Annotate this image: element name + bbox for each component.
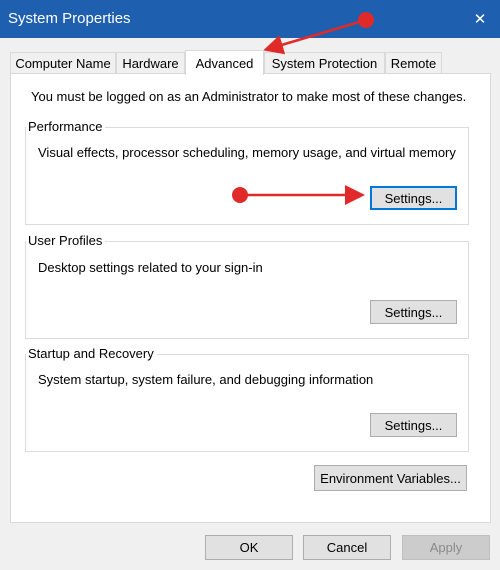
environment-variables-button[interactable]: Environment Variables... — [314, 465, 467, 491]
admin-note: You must be logged on as an Administrato… — [31, 89, 467, 104]
title-bar: System Properties ✕ — [0, 0, 500, 38]
window-title: System Properties — [8, 10, 131, 27]
advanced-tab-panel: You must be logged on as an Administrato… — [10, 73, 491, 523]
performance-description: Visual effects, processor scheduling, me… — [38, 145, 456, 160]
tab-remote[interactable]: Remote — [385, 52, 442, 74]
close-icon[interactable]: ✕ — [460, 0, 500, 38]
performance-title: Performance — [26, 119, 106, 134]
dialog-body: Computer Name Hardware Advanced System P… — [0, 38, 500, 570]
tab-strip: Computer Name Hardware Advanced System P… — [10, 50, 490, 75]
apply-button[interactable]: Apply — [402, 535, 490, 560]
user-profiles-title: User Profiles — [26, 233, 106, 248]
tab-hardware[interactable]: Hardware — [116, 52, 185, 74]
ok-button[interactable]: OK — [205, 535, 293, 560]
user-profiles-group: User Profiles Desktop settings related t… — [25, 233, 469, 339]
tab-computer-name[interactable]: Computer Name — [10, 52, 116, 74]
user-profiles-description: Desktop settings related to your sign-in — [38, 260, 263, 275]
startup-recovery-group: Startup and Recovery System startup, sys… — [25, 346, 469, 452]
startup-recovery-description: System startup, system failure, and debu… — [38, 372, 374, 387]
user-profiles-settings-button[interactable]: Settings... — [370, 300, 457, 324]
tab-system-protection[interactable]: System Protection — [264, 52, 385, 74]
startup-recovery-settings-button[interactable]: Settings... — [370, 413, 457, 437]
cancel-button[interactable]: Cancel — [303, 535, 391, 560]
performance-group: Performance Visual effects, processor sc… — [25, 119, 469, 225]
startup-recovery-title: Startup and Recovery — [26, 346, 157, 361]
tab-advanced[interactable]: Advanced — [185, 50, 264, 75]
performance-settings-button[interactable]: Settings... — [370, 186, 457, 210]
